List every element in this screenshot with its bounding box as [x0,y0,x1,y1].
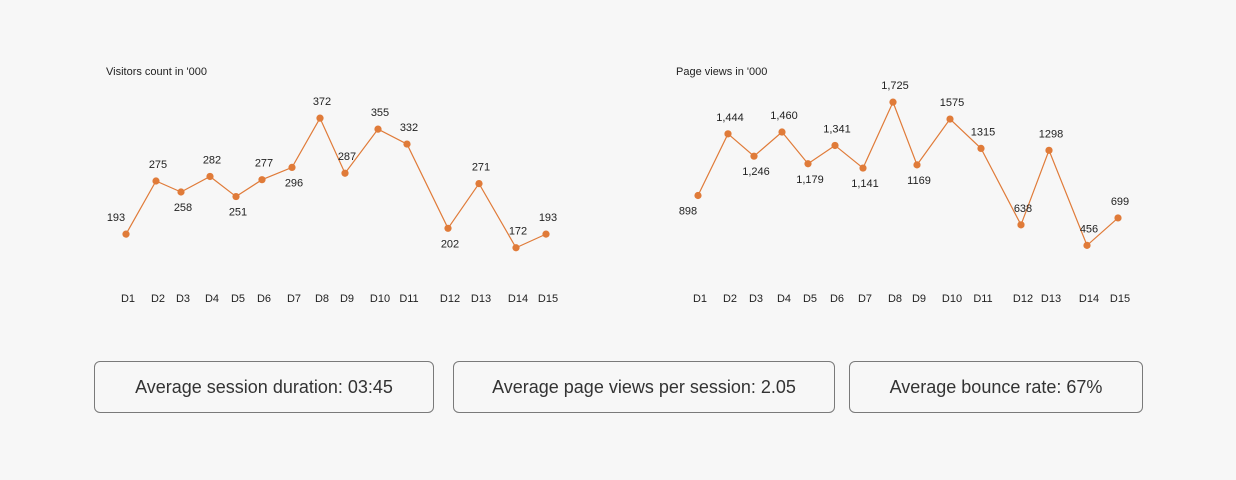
pageviews-point-D11 [977,144,985,153]
pageviews-category-label: D8 [888,293,902,305]
pageviews-category-label: D10 [942,293,962,305]
pageviews-category-label: D12 [1013,293,1033,305]
pageviews-data-label: 1,725 [881,80,909,92]
pageviews-point-D2 [724,130,732,138]
pageviews-point-D1 [694,191,702,200]
pageviews-category-label: D6 [830,293,844,305]
pageviews-point-D8 [889,98,897,106]
pageviews-data-label: 638 [1014,203,1032,215]
pageviews-point-D6 [831,141,839,150]
pageviews-point-D12 [1017,221,1025,229]
pageviews-point-D13 [1045,146,1053,154]
pageviews-data-label: 1,460 [770,110,798,122]
pageviews-line-chart: 898 D1 1,444 D2 1,246 D3 1,460 D4 1,179 D5 1,341 D6… [679,80,1130,305]
kpi-page-views-per-session: Average page views per session: 2.05 [453,361,835,413]
pageviews-category-label: D13 [1041,293,1061,305]
pageviews-data-label: 1315 [971,126,995,138]
pageviews-category-label: D7 [858,293,872,305]
pageviews-point-D9 [913,161,921,169]
pageviews-category-label: D4 [777,293,791,305]
pageviews-category-label: D2 [723,293,737,305]
pageviews-point-D5 [804,160,812,168]
pageviews-category-label: D14 [1079,293,1099,305]
pageviews-data-label: 1,246 [742,166,770,178]
pageviews-category-label: D3 [749,293,763,305]
pageviews-point-D3 [750,152,758,160]
kpi-session-duration: Average session duration: 03:45 [94,361,434,413]
pageviews-data-label: 1,141 [851,178,879,190]
pageviews-point-D7 [859,164,867,172]
pageviews-category-label: D9 [912,293,926,305]
pageviews-category-label: D11 [973,293,992,305]
pageviews-data-label: 456 [1080,223,1098,235]
pageviews-data-label: 1298 [1039,128,1063,140]
pageviews-data-label: 1575 [940,97,964,109]
pageviews-data-label: 898 [679,205,697,217]
pageviews-category-label: D5 [803,293,817,305]
pageviews-data-label: 699 [1111,196,1129,208]
pageviews-point-D4 [778,128,786,136]
pageviews-data-label: 1169 [907,175,931,187]
pageviews-category-label: D1 [693,293,707,305]
pageviews-point-D14 [1083,241,1091,249]
pageviews-category-label: D15 [1110,293,1130,305]
pageviews-point-D15 [1114,214,1122,222]
pageviews-data-label: 1,444 [716,112,744,124]
pageviews-point-D10 [946,115,954,123]
pageviews-data-label: 1,179 [796,174,824,186]
pageviews-data-label: 1,341 [823,123,851,135]
kpi-bounce-rate: Average bounce rate: 67% [849,361,1143,413]
